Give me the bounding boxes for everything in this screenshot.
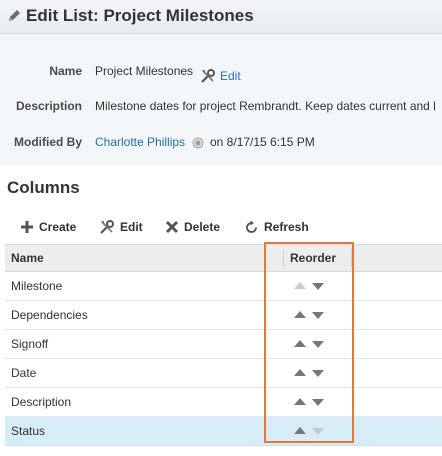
columns-section-title: Columns <box>7 178 80 197</box>
pencil-icon <box>9 10 20 21</box>
create-button[interactable]: Create <box>20 214 76 240</box>
refresh-button[interactable]: Refresh <box>244 214 309 240</box>
columns-table-header: Name Reorder <box>5 244 442 272</box>
column-divider <box>351 249 352 267</box>
move-down-arrow-icon[interactable] <box>312 370 324 377</box>
delete-x-icon <box>165 220 179 234</box>
column-name-cell: Milestone <box>11 279 63 293</box>
list-details-panel: Name Project Milestones Edit Description… <box>0 34 442 166</box>
edit-button-label: Edit <box>120 220 143 234</box>
columns-table-body: Milestone Dependencies Signoff Date Descript… <box>5 272 442 446</box>
modified-by-label: Modified By <box>14 135 82 149</box>
column-name-cell: Signoff <box>11 337 49 351</box>
move-down-arrow-icon[interactable] <box>312 341 324 348</box>
edit-name-link[interactable]: Edit <box>220 69 241 83</box>
modified-date: on 8/17/15 6:15 PM <box>210 135 315 149</box>
move-down-arrow-icon[interactable] <box>312 312 324 319</box>
move-down-arrow-icon <box>312 428 324 435</box>
plus-icon <box>21 221 33 233</box>
presence-status-icon <box>192 137 204 149</box>
move-up-arrow-icon[interactable] <box>294 427 306 434</box>
column-name-cell: Status <box>11 424 46 438</box>
description-value: Milestone dates for project Rembrandt. K… <box>95 99 436 113</box>
move-up-arrow-icon[interactable] <box>294 369 306 376</box>
name-column-header[interactable]: Name <box>11 251 44 265</box>
name-value: Project Milestones <box>95 64 194 78</box>
move-up-arrow-icon[interactable] <box>294 311 306 318</box>
columns-table: Name Reorder Milestone Dependencies Signof… <box>5 244 442 446</box>
table-row[interactable]: Dependencies <box>5 301 442 330</box>
table-row[interactable]: Status <box>5 417 442 446</box>
wrench-screwdriver-icon <box>100 220 114 234</box>
name-label: Name <box>49 64 82 78</box>
wrench-screwdriver-icon[interactable] <box>200 68 216 84</box>
column-divider <box>283 249 284 267</box>
column-name-cell: Date <box>11 366 37 380</box>
delete-button[interactable]: Delete <box>165 214 220 240</box>
columns-toolbar: Create Edit Delete Refresh <box>0 214 442 240</box>
edit-button[interactable]: Edit <box>99 214 143 240</box>
column-name-cell: Dependencies <box>11 308 88 322</box>
move-up-arrow-icon[interactable] <box>294 398 306 405</box>
table-row[interactable]: Description <box>5 388 442 417</box>
page-title: Edit List: Project Milestones <box>26 6 254 25</box>
refresh-button-label: Refresh <box>264 220 309 234</box>
description-label: Description <box>15 99 82 113</box>
table-row[interactable]: Milestone <box>5 272 442 301</box>
move-up-arrow-icon <box>294 282 306 289</box>
move-down-arrow-icon[interactable] <box>312 283 324 290</box>
delete-button-label: Delete <box>184 220 221 234</box>
page-header: Edit List: Project Milestones <box>0 0 442 34</box>
reorder-column-header: Reorder <box>290 251 337 265</box>
table-row[interactable]: Date <box>5 359 442 388</box>
move-up-arrow-icon[interactable] <box>294 340 306 347</box>
column-name-cell: Description <box>11 395 72 409</box>
modified-by-user-link[interactable]: Charlotte Phillips <box>95 135 185 149</box>
refresh-icon <box>246 220 257 233</box>
move-down-arrow-icon[interactable] <box>312 399 324 406</box>
create-button-label: Create <box>39 220 77 234</box>
table-row[interactable]: Signoff <box>5 330 442 359</box>
